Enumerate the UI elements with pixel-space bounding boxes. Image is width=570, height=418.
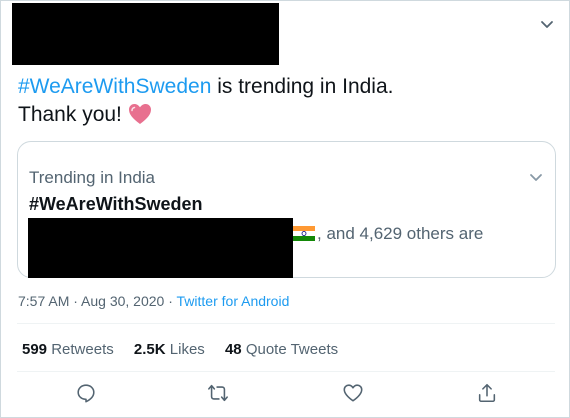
likes-stat[interactable]: 2.5K Likes: [134, 341, 205, 358]
quote-tweets-count: 48: [224, 341, 242, 358]
card-chevron-down-icon[interactable]: [527, 168, 545, 186]
like-button[interactable]: [342, 382, 364, 404]
divider-bottom: [17, 371, 555, 372]
thank-you-text: Thank you!: [18, 103, 122, 126]
like-icon: [343, 384, 363, 402]
card-others-text: , and 4,629 others are: [293, 224, 483, 244]
tweet-text-line1: #WeAreWithSweden is trending in India.: [18, 74, 393, 100]
tweet-text-line2: Thank you!: [18, 102, 152, 128]
retweets-count: 599: [22, 341, 48, 358]
others-count: , and 4,629 others are: [317, 224, 484, 243]
heart-emoji-icon: [128, 104, 151, 124]
source-link[interactable]: Twitter for Android: [177, 293, 290, 309]
retweet-icon: [208, 384, 228, 402]
card-subtitle: Trending in India: [29, 168, 156, 187]
share-icon: [478, 383, 496, 403]
card-title: #WeAreWithSweden: [29, 194, 203, 214]
redacted-author: [12, 3, 279, 65]
likes-label: Likes: [169, 341, 205, 358]
india-flag-icon: [293, 226, 315, 241]
tweet-stats: 599 Retweets 2.5K Likes 48 Quote Tweets: [22, 341, 354, 358]
hashtag-link[interactable]: #WeAreWithSweden: [18, 75, 211, 98]
quote-tweets-label: Quote Tweets: [245, 341, 339, 358]
chevron-down-icon[interactable]: [538, 15, 556, 33]
timestamp[interactable]: 7:57 AM · Aug 30, 2020 ·: [18, 293, 177, 309]
trend-card[interactable]: Trending in India #WeAreWithSweden , and…: [17, 141, 556, 278]
tweet-container: #WeAreWithSweden is trending in India. T…: [0, 0, 570, 418]
reply-button[interactable]: [75, 382, 97, 404]
retweet-button[interactable]: [207, 382, 229, 404]
divider-top: [17, 323, 555, 324]
tweet-text: is trending in India.: [211, 75, 394, 98]
retweets-stat[interactable]: 599 Retweets: [22, 341, 114, 358]
retweets-label: Retweets: [51, 341, 114, 358]
quote-tweets-stat[interactable]: 48 Quote Tweets: [225, 341, 338, 358]
redacted-usernames: [28, 218, 293, 278]
likes-count: 2.5K: [133, 341, 166, 358]
tweet-meta: 7:57 AM · Aug 30, 2020 · Twitter for And…: [18, 293, 289, 309]
reply-icon: [77, 384, 95, 403]
share-button[interactable]: [476, 382, 498, 404]
